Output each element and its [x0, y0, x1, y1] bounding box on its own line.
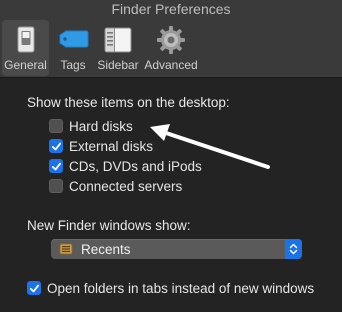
tab-advanced[interactable]: Advanced — [143, 20, 199, 76]
tab-general-label: General — [4, 58, 47, 72]
checkbox-unchecked[interactable] — [49, 179, 63, 193]
checkbox-hard-disks[interactable]: Hard disks — [49, 117, 133, 135]
new-window-select[interactable]: Recents — [51, 239, 302, 259]
checkbox-connected-servers[interactable]: Connected servers — [49, 177, 182, 195]
tab-sidebar-label: Sidebar — [97, 58, 139, 72]
tag-icon — [56, 23, 90, 57]
checkbox-cds-dvds-ipods[interactable]: CDs, DVDs and iPods — [49, 157, 202, 175]
checkmark-icon — [51, 142, 61, 150]
checkbox-label: CDs, DVDs and iPods — [69, 158, 202, 174]
checkbox-checked[interactable] — [27, 281, 41, 295]
checkmark-icon — [29, 284, 39, 292]
checkbox-label: Open folders in tabs instead of new wind… — [47, 280, 315, 296]
tab-tags[interactable]: Tags — [52, 20, 94, 76]
sidebar-icon — [101, 23, 135, 57]
tab-advanced-label: Advanced — [144, 58, 198, 72]
checkbox-unchecked[interactable] — [49, 119, 63, 133]
gear-icon — [154, 23, 188, 57]
checkbox-open-in-tabs[interactable]: Open folders in tabs instead of new wind… — [27, 279, 314, 297]
checkbox-label: Hard disks — [69, 118, 133, 134]
checkbox-label: External disks — [69, 138, 154, 154]
chevron-up-down-icon[interactable] — [285, 239, 302, 259]
checkbox-checked[interactable] — [49, 139, 63, 153]
titlebar: Finder Preferences General Tags Sidebar … — [0, 0, 342, 78]
select-value: Recents — [81, 241, 131, 257]
tab-general[interactable]: General — [2, 20, 49, 76]
general-switch-icon — [9, 23, 43, 57]
checkmark-icon — [51, 162, 61, 170]
recents-icon — [59, 242, 73, 256]
checkbox-label: Connected servers — [69, 178, 183, 194]
finder-preferences-window: Finder Preferences General Tags Sidebar … — [0, 0, 342, 312]
general-pane: Show these items on the desktop: Hard di… — [0, 79, 342, 312]
window-title: Finder Preferences — [111, 1, 231, 17]
tab-sidebar[interactable]: Sidebar — [95, 20, 141, 76]
checkbox-checked[interactable] — [49, 159, 63, 173]
checkbox-external-disks[interactable]: External disks — [49, 137, 153, 155]
new-window-heading: New Finder windows show: — [27, 218, 191, 233]
tab-tags-label: Tags — [60, 58, 86, 72]
desktop-items-heading: Show these items on the desktop: — [27, 95, 230, 110]
